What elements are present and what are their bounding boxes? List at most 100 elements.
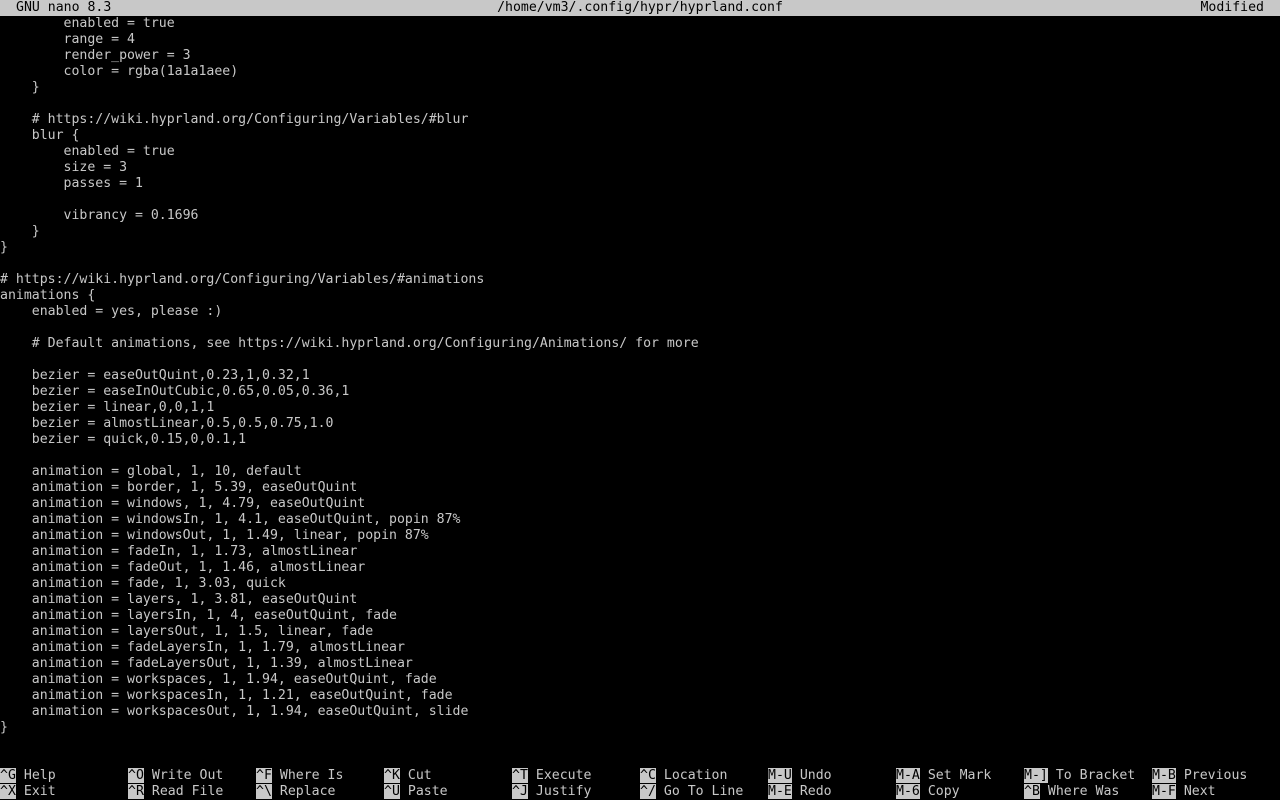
shortcut-where-was[interactable]: ^B Where Was xyxy=(1024,784,1119,800)
editor-line[interactable]: animation = global, 1, 10, default xyxy=(0,464,1280,480)
editor-text-area[interactable]: enabled = true range = 4 render_power = … xyxy=(0,16,1280,736)
editor-line[interactable]: animation = workspacesIn, 1, 1.21, easeO… xyxy=(0,688,1280,704)
shortcut-label: To Bracket xyxy=(1055,768,1136,783)
editor-line[interactable]: animation = border, 1, 5.39, easeOutQuin… xyxy=(0,480,1280,496)
editor-line[interactable]: bezier = linear,0,0,1,1 xyxy=(0,400,1280,416)
shortcut-label: Help xyxy=(23,768,56,783)
shortcut-execute[interactable]: ^T Execute xyxy=(512,768,591,784)
editor-line[interactable] xyxy=(0,256,1280,272)
shortcut-label: Justify xyxy=(535,784,592,799)
shortcut-where-is[interactable]: ^F Where Is xyxy=(256,768,343,784)
editor-line[interactable]: # https://wiki.hyprland.org/Configuring/… xyxy=(0,112,1280,128)
editor-line[interactable]: passes = 1 xyxy=(0,176,1280,192)
editor-line[interactable]: } xyxy=(0,224,1280,240)
editor-line[interactable]: animation = fadeOut, 1, 1.46, almostLine… xyxy=(0,560,1280,576)
editor-line[interactable]: vibrancy = 0.1696 xyxy=(0,208,1280,224)
modified-indicator: Modified xyxy=(1200,0,1264,15)
shortcut-set-mark[interactable]: M-A Set Mark xyxy=(896,768,991,784)
editor-line[interactable]: animation = workspacesOut, 1, 1.94, ease… xyxy=(0,704,1280,720)
editor-line[interactable]: bezier = quick,0.15,0,0.1,1 xyxy=(0,432,1280,448)
editor-line[interactable]: } xyxy=(0,80,1280,96)
shortcut-redo[interactable]: M-E Redo xyxy=(768,784,832,800)
shortcut-key: ^T xyxy=(512,768,528,783)
shortcut-label: Next xyxy=(1183,784,1216,799)
nano-title-bar: /home/vm3/.config/hypr/hyprland.conf GNU… xyxy=(0,0,1280,16)
editor-line[interactable]: animation = fadeLayersOut, 1, 1.39, almo… xyxy=(0,656,1280,672)
editor-line[interactable]: render_power = 3 xyxy=(0,48,1280,64)
editor-line[interactable]: # Default animations, see https://wiki.h… xyxy=(0,336,1280,352)
shortcut-key: M-6 xyxy=(896,784,920,799)
shortcut-label: Cut xyxy=(407,768,432,783)
shortcut-to-bracket[interactable]: M-] To Bracket xyxy=(1024,768,1135,784)
editor-line[interactable] xyxy=(0,192,1280,208)
shortcut-key: ^G xyxy=(0,768,16,783)
app-name: GNU nano 8.3 xyxy=(16,0,112,15)
shortcut-read-file[interactable]: ^R Read File xyxy=(128,784,223,800)
shortcut-label: Exit xyxy=(23,784,56,799)
shortcut-label: Redo xyxy=(799,784,832,799)
shortcut-previous[interactable]: M-B Previous xyxy=(1152,768,1247,784)
shortcut-help[interactable]: ^G Help xyxy=(0,768,56,784)
editor-line[interactable] xyxy=(0,320,1280,336)
editor-line[interactable]: enabled = true xyxy=(0,16,1280,32)
file-path: /home/vm3/.config/hypr/hyprland.conf xyxy=(497,0,783,15)
shortcut-undo[interactable]: M-U Undo xyxy=(768,768,832,784)
shortcut-key: ^O xyxy=(128,768,144,783)
shortcut-exit[interactable]: ^X Exit xyxy=(0,784,56,800)
editor-line[interactable]: bezier = almostLinear,0.5,0.5,0.75,1.0 xyxy=(0,416,1280,432)
editor-line[interactable]: animation = layers, 1, 3.81, easeOutQuin… xyxy=(0,592,1280,608)
editor-line[interactable]: bezier = easeOutQuint,0.23,1,0.32,1 xyxy=(0,368,1280,384)
shortcut-label: Undo xyxy=(799,768,832,783)
shortcut-label: Previous xyxy=(1183,768,1248,783)
editor-line[interactable]: enabled = yes, please :) xyxy=(0,304,1280,320)
editor-line[interactable]: animation = fadeLayersIn, 1, 1.79, almos… xyxy=(0,640,1280,656)
shortcut-label: Copy xyxy=(927,784,960,799)
editor-line[interactable]: animation = fade, 1, 3.03, quick xyxy=(0,576,1280,592)
editor-line[interactable]: size = 3 xyxy=(0,160,1280,176)
editor-line[interactable] xyxy=(0,96,1280,112)
editor-line[interactable]: } xyxy=(0,720,1280,736)
shortcut-key: M-U xyxy=(768,768,792,783)
shortcut-label: Execute xyxy=(535,768,592,783)
shortcut-key: M-F xyxy=(1152,784,1176,799)
shortcut-label: Set Mark xyxy=(927,768,992,783)
editor-line[interactable] xyxy=(0,448,1280,464)
editor-line[interactable]: blur { xyxy=(0,128,1280,144)
editor-line[interactable]: animation = workspaces, 1, 1.94, easeOut… xyxy=(0,672,1280,688)
editor-line[interactable]: animations { xyxy=(0,288,1280,304)
editor-line[interactable]: } xyxy=(0,240,1280,256)
editor-line[interactable]: animation = windowsIn, 1, 4.1, easeOutQu… xyxy=(0,512,1280,528)
shortcut-cut[interactable]: ^K Cut xyxy=(384,768,432,784)
editor-line[interactable]: enabled = true xyxy=(0,144,1280,160)
shortcut-go-to-line[interactable]: ^/ Go To Line xyxy=(640,784,743,800)
editor-line[interactable]: animation = layersIn, 1, 4, easeOutQuint… xyxy=(0,608,1280,624)
shortcut-label: Replace xyxy=(279,784,336,799)
shortcut-key: ^C xyxy=(640,768,656,783)
shortcut-key: ^F xyxy=(256,768,272,783)
shortcut-key: M-E xyxy=(768,784,792,799)
shortcut-label: Paste xyxy=(407,784,448,799)
shortcut-bar: ^G Help ^O Write Out ^F Where Is ^K Cut ^T Execut… xyxy=(0,768,1280,800)
editor-line[interactable]: color = rgba(1a1a1aee) xyxy=(0,64,1280,80)
editor-line[interactable]: animation = windows, 1, 4.79, easeOutQui… xyxy=(0,496,1280,512)
shortcut-label: Write Out xyxy=(151,768,224,783)
shortcut-label: Location xyxy=(663,768,728,783)
shortcut-key: M-A xyxy=(896,768,920,783)
shortcut-label: Where Was xyxy=(1047,784,1120,799)
shortcut-replace[interactable]: ^\ Replace xyxy=(256,784,335,800)
editor-line[interactable]: animation = layersOut, 1, 1.5, linear, f… xyxy=(0,624,1280,640)
editor-line[interactable]: animation = windowsOut, 1, 1.49, linear,… xyxy=(0,528,1280,544)
shortcut-key: ^\ xyxy=(256,784,272,799)
shortcut-next[interactable]: M-F Next xyxy=(1152,784,1216,800)
editor-line[interactable] xyxy=(0,352,1280,368)
shortcut-copy[interactable]: M-6 Copy xyxy=(896,784,960,800)
editor-line[interactable]: range = 4 xyxy=(0,32,1280,48)
editor-line[interactable]: # https://wiki.hyprland.org/Configuring/… xyxy=(0,272,1280,288)
editor-line[interactable]: animation = fadeIn, 1, 1.73, almostLinea… xyxy=(0,544,1280,560)
shortcut-justify[interactable]: ^J Justify xyxy=(512,784,591,800)
shortcut-write-out[interactable]: ^O Write Out xyxy=(128,768,223,784)
shortcut-paste[interactable]: ^U Paste xyxy=(384,784,448,800)
editor-line[interactable]: bezier = easeInOutCubic,0.65,0.05,0.36,1 xyxy=(0,384,1280,400)
shortcut-location[interactable]: ^C Location xyxy=(640,768,727,784)
shortcut-key: M-B xyxy=(1152,768,1176,783)
